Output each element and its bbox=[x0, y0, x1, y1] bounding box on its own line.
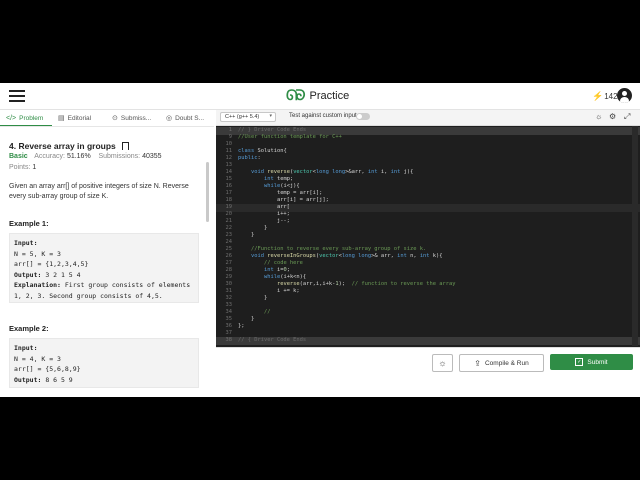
problem-title-text: 4. Reverse array in groups bbox=[9, 141, 116, 151]
example-line-text: 8 6 5 9 bbox=[41, 375, 73, 384]
submissions-label: Submissions: bbox=[98, 153, 141, 160]
tab-3[interactable]: ◎ Doubt S... bbox=[160, 110, 214, 126]
editor-actions: ☼ ⇪ Compile & Run ✓ Submit bbox=[216, 347, 640, 397]
problem-tabs: </> Problem ▤ Editorial ⊙ Submiss... ◎ Doubt S.… bbox=[0, 110, 214, 127]
accuracy-value: 51.16% bbox=[66, 153, 91, 160]
example-line: Output: 8 6 5 9 bbox=[14, 375, 194, 386]
avatar[interactable] bbox=[617, 88, 632, 103]
fullscreen-icon[interactable]: ⤢ bbox=[624, 112, 630, 122]
tab-1[interactable]: ▤ Editorial bbox=[52, 110, 106, 126]
example-line-text: arr[] = {5,6,8,9} bbox=[14, 365, 81, 373]
brand-logo[interactable]: ᘏᘐ Practice bbox=[286, 88, 349, 104]
submit-label: Submit bbox=[587, 358, 608, 366]
problem-title: 4. Reverse array in groups bbox=[9, 141, 129, 151]
example-line-text: N = 5, K = 3 bbox=[14, 249, 61, 258]
app-window: ᘏᘐ Practice ⚡ 142 </> Problem ▤ Editorial ⊙ S… bbox=[0, 83, 640, 397]
sun-icon: ☼ bbox=[438, 358, 447, 368]
example-line: arr[] = {1,2,3,4,5} bbox=[14, 259, 194, 270]
tab-icon: ◎ bbox=[166, 115, 173, 122]
example-line-text: First group consists of elements bbox=[60, 281, 191, 289]
points-label: Points: bbox=[9, 164, 31, 171]
theme-toggle-button[interactable]: ☼ bbox=[432, 354, 453, 372]
tab-label: Editorial bbox=[67, 114, 92, 122]
custom-input-label: Test against custom input bbox=[289, 113, 357, 119]
bookmark-icon[interactable] bbox=[121, 142, 129, 150]
language-value: C++ (g++ 5.4) bbox=[225, 114, 260, 120]
language-select[interactable]: C++ (g++ 5.4) ▾ bbox=[220, 112, 276, 122]
points-value: 1 bbox=[32, 164, 37, 171]
submissions-value: 40355 bbox=[142, 153, 162, 160]
editor-toolbar: C++ (g++ 5.4) ▾ Test against custom inpu… bbox=[216, 110, 640, 126]
example-line-text: 1, 2, 3. Second group consists of 4,5. bbox=[14, 291, 163, 300]
compile-run-button[interactable]: ⇪ Compile & Run bbox=[459, 354, 544, 372]
gfg-logo-icon: ᘏᘐ bbox=[286, 88, 306, 104]
example-line: Input: bbox=[14, 238, 194, 249]
hamburger-icon[interactable] bbox=[9, 90, 25, 102]
code-area[interactable]: 1// } Driver Code Ends 9//User function t… bbox=[216, 126, 640, 346]
problem-panel: </> Problem ▤ Editorial ⊙ Submiss... ◎ Doubt S.… bbox=[0, 110, 214, 397]
tab-0[interactable]: </> Problem bbox=[0, 110, 52, 126]
tab-label: Doubt S... bbox=[175, 114, 205, 122]
example-1-box: Input: N = 5, K = 3 arr[] = {1,2,3,4,5} Out… bbox=[9, 233, 199, 303]
theme-sun-icon[interactable]: ☼ bbox=[595, 112, 602, 121]
left-scrollbar[interactable] bbox=[206, 162, 209, 222]
upload-icon: ⇪ bbox=[474, 358, 481, 368]
points: Points: 1 bbox=[9, 164, 36, 171]
example-line: 1, 2, 3. Second group consists of 4,5. bbox=[14, 291, 194, 302]
example-line: Output: 3 2 1 5 4 bbox=[14, 270, 194, 281]
check-icon: ✓ bbox=[575, 358, 584, 366]
chevron-down-icon: ▾ bbox=[269, 113, 272, 119]
tab-icon: ▤ bbox=[58, 115, 65, 122]
tab-icon: ⊙ bbox=[112, 115, 118, 122]
example-line-key: Input: bbox=[14, 344, 38, 352]
streak-count: 142 bbox=[604, 92, 618, 101]
submit-button[interactable]: ✓ Submit bbox=[550, 354, 633, 370]
bolt-icon: ⚡ bbox=[592, 91, 604, 101]
compile-run-label: Compile & Run bbox=[484, 359, 529, 367]
example-line: N = 5, K = 3 bbox=[14, 249, 194, 260]
code-text: // { Driver Code Ends bbox=[238, 337, 307, 343]
example-line-text: N = 4, K = 3 bbox=[14, 354, 61, 363]
code-line[interactable]: 38 // { Driver Code Ends bbox=[216, 337, 640, 345]
example-line-key: Input: bbox=[14, 239, 38, 247]
problem-description: Given an array arr[] of positive integer… bbox=[9, 183, 189, 200]
accuracy-label: Accuracy: bbox=[34, 153, 65, 160]
example-2-title: Example 2: bbox=[9, 324, 49, 333]
streak-counter[interactable]: ⚡ 142 bbox=[592, 91, 618, 102]
example-line-key: Output: bbox=[14, 270, 42, 279]
example-line-text: arr[] = {1,2,3,4,5} bbox=[14, 260, 89, 268]
example-line: N = 4, K = 3 bbox=[14, 354, 194, 365]
tab-icon: </> bbox=[6, 114, 17, 122]
tab-label: Submiss... bbox=[120, 114, 152, 122]
brand-text: Practice bbox=[309, 90, 350, 102]
custom-input-toggle[interactable] bbox=[356, 113, 370, 120]
example-2-box: Input: N = 4, K = 3 arr[] = {5,6,8,9} Outpu… bbox=[9, 338, 199, 388]
example-line: Input: bbox=[14, 343, 194, 354]
example-1-title: Example 1: bbox=[9, 219, 49, 228]
example-line: arr[] = {5,6,8,9} bbox=[14, 364, 194, 375]
example-line-key: Explanation: bbox=[14, 281, 61, 289]
settings-icon[interactable]: ⚙ bbox=[609, 112, 616, 121]
example-line-text: 3 2 1 5 4 bbox=[41, 270, 81, 279]
difficulty-badge: Basic bbox=[9, 153, 28, 160]
editor-scrollbar[interactable] bbox=[632, 126, 638, 346]
top-nav: ᘏᘐ Practice ⚡ 142 bbox=[0, 83, 640, 110]
tab-label: Problem bbox=[19, 114, 44, 122]
line-number: 38 bbox=[225, 337, 233, 343]
problem-meta: Basic Accuracy: 51.16% Submissions: 4035… bbox=[9, 153, 162, 160]
example-line: Explanation: First group consists of ele… bbox=[14, 280, 194, 291]
code-editor-panel: C++ (g++ 5.4) ▾ Test against custom inpu… bbox=[216, 110, 640, 397]
example-line-key: Output: bbox=[14, 375, 42, 384]
tab-2[interactable]: ⊙ Submiss... bbox=[106, 110, 160, 126]
